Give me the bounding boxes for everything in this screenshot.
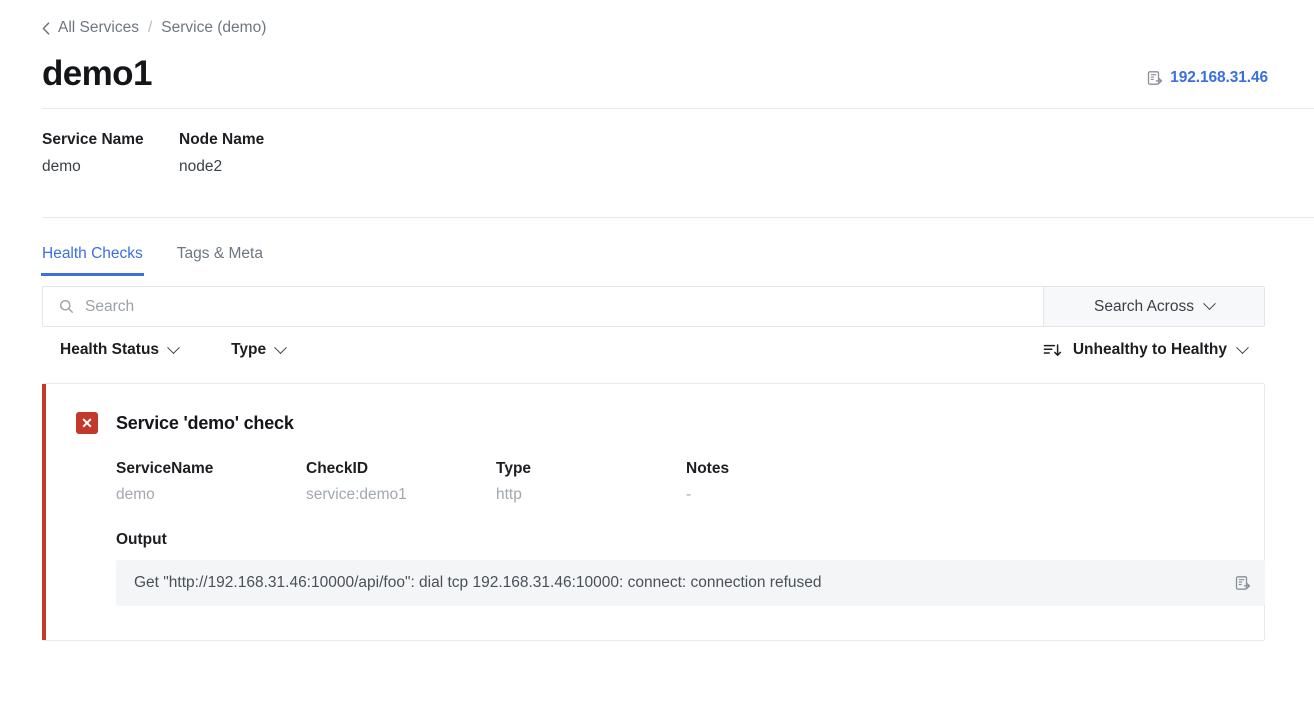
filter-type-label: Type xyxy=(231,341,267,358)
detail-value: demo xyxy=(116,486,155,503)
health-check-card: ✕ Service 'demo' check ServiceName demo … xyxy=(42,383,1265,641)
error-x-icon: ✕ xyxy=(76,412,98,434)
ip-address-copy[interactable]: 192.168.31.46 xyxy=(1146,69,1268,91)
search-input[interactable] xyxy=(85,297,1027,316)
clipboard-copy-icon[interactable] xyxy=(1234,575,1251,592)
breadcrumb-current[interactable]: Service (demo) xyxy=(161,19,266,37)
output-label: Output xyxy=(116,531,167,548)
tab-bar: Health Checks Tags & Meta xyxy=(41,228,1314,276)
detail-value: - xyxy=(686,486,692,503)
title-row: demo1 192.168.31.46 xyxy=(42,56,1314,91)
chevron-down-icon xyxy=(274,340,287,354)
chevron-down-icon xyxy=(1203,297,1216,311)
ip-address-text[interactable]: 192.168.31.46 xyxy=(1170,69,1268,87)
meta-field-node-name: Node Name node2 xyxy=(179,131,316,176)
breadcrumb-all-services[interactable]: All Services xyxy=(58,19,139,37)
health-check-header: ✕ Service 'demo' check xyxy=(76,412,1238,434)
health-check-details: ServiceName demo CheckID service:demo1 T… xyxy=(76,460,1238,504)
detail-label: CheckID xyxy=(306,460,369,477)
meta-label: Service Name xyxy=(42,131,144,148)
detail-label: Notes xyxy=(686,460,730,477)
output-text: Get "http://192.168.31.46:10000/api/foo"… xyxy=(134,573,822,591)
detail-value: service:demo1 xyxy=(306,486,407,503)
service-detail-page: All Services / Service (demo) demo1 192.… xyxy=(0,0,1314,718)
detail-value: http xyxy=(496,486,522,503)
search-field[interactable] xyxy=(43,287,1043,326)
detail-check-id: CheckID service:demo1 xyxy=(306,460,496,504)
filter-health-status-label: Health Status xyxy=(60,341,160,358)
search-bar: Search Across xyxy=(42,286,1265,327)
meta-divider xyxy=(42,217,1314,218)
tab-health-checks[interactable]: Health Checks xyxy=(41,245,144,276)
meta-value: demo xyxy=(42,158,81,175)
breadcrumb: All Services / Service (demo) xyxy=(42,0,1314,37)
detail-type: Type http xyxy=(496,460,686,504)
clipboard-copy-icon[interactable] xyxy=(1146,70,1163,87)
detail-label: Type xyxy=(496,460,532,477)
status-stripe xyxy=(42,384,46,640)
chevron-left-icon[interactable] xyxy=(42,21,50,35)
detail-notes: Notes - xyxy=(686,460,876,504)
sort-label: Unhealthy to Healthy xyxy=(1072,341,1227,358)
detail-service-name: ServiceName demo xyxy=(116,460,306,504)
sort-control[interactable]: Unhealthy to Healthy xyxy=(1043,340,1249,359)
output-section: Output Get "http://192.168.31.46:10000/a… xyxy=(76,531,1265,606)
meta-label: Node Name xyxy=(179,131,265,148)
search-icon xyxy=(59,299,74,314)
page-title: demo1 xyxy=(42,54,152,93)
chevron-down-icon xyxy=(1236,340,1249,354)
search-across-label: Search Across xyxy=(1094,297,1194,315)
breadcrumb-separator: / xyxy=(147,19,153,36)
detail-label: ServiceName xyxy=(116,460,214,477)
filter-health-status[interactable]: Health Status xyxy=(60,340,180,359)
output-box: Get "http://192.168.31.46:10000/api/foo"… xyxy=(116,560,1265,606)
sort-descending-icon xyxy=(1043,342,1062,359)
health-check-title: Service 'demo' check xyxy=(116,412,294,433)
meta-value: node2 xyxy=(179,158,223,175)
meta-field-service-name: Service Name demo xyxy=(42,131,179,176)
filter-type[interactable]: Type xyxy=(231,340,287,359)
filter-bar: Health Status Type Unhealthy to Healthy xyxy=(42,327,1265,373)
chevron-down-icon xyxy=(167,340,180,354)
search-across-dropdown[interactable]: Search Across xyxy=(1043,287,1264,326)
service-meta: Service Name demo Node Name node2 xyxy=(42,109,1314,200)
tab-tags-meta[interactable]: Tags & Meta xyxy=(177,245,263,276)
